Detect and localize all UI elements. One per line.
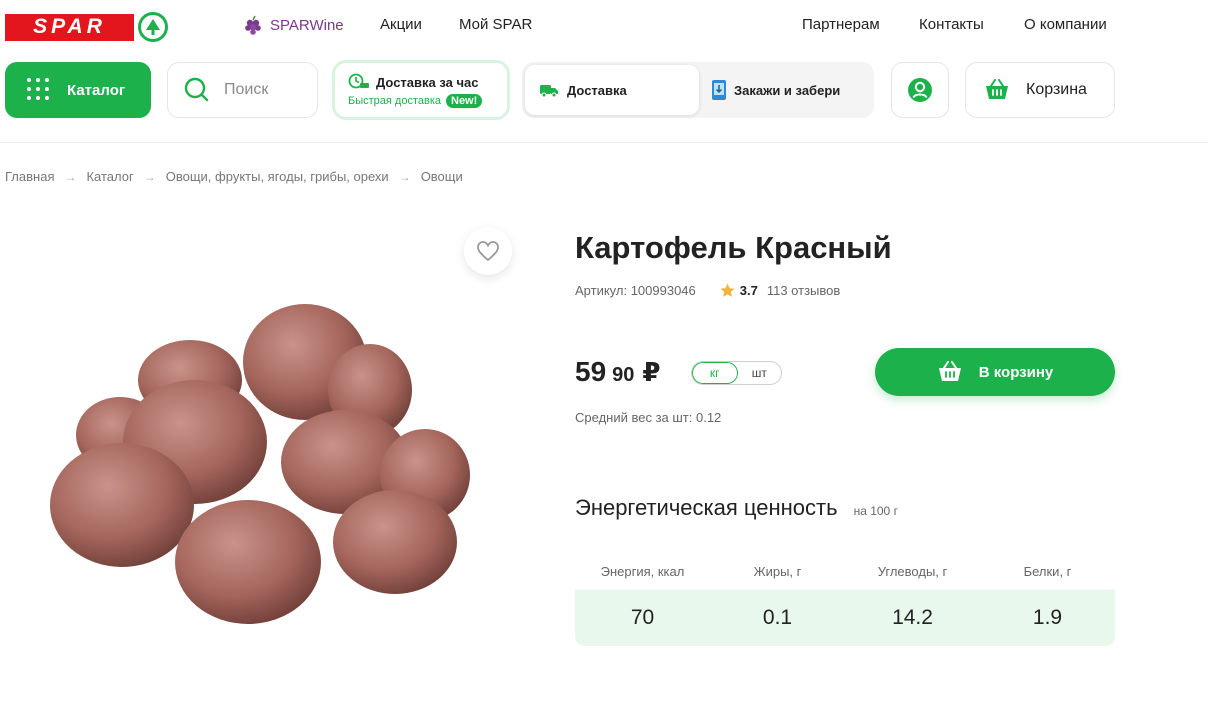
basket-icon (938, 361, 961, 381)
contacts-link[interactable]: Контакты (919, 16, 984, 33)
delivery-mode-switch: Доставка Закажи и забери (522, 62, 874, 118)
partners-link[interactable]: Партнерам (802, 16, 880, 33)
cart-button[interactable]: Корзина (965, 62, 1115, 118)
nutrition-value: 1.9 (1032, 606, 1063, 629)
grid-dots-icon (27, 78, 51, 102)
breadcrumb-category[interactable]: Овощи, фрукты, ягоды, грибы, орехи (166, 169, 389, 184)
nutrition-table: Энергия, ккал 70 Жиры, г 0.1 Углеводы, г… (575, 552, 1115, 646)
nutrition-label: Энергия, ккал (600, 564, 685, 579)
heart-icon (477, 241, 499, 262)
breadcrumb-home[interactable]: Главная (5, 169, 54, 184)
about-link[interactable]: О компании (1024, 16, 1107, 33)
tab-delivery-label: Доставка (567, 82, 627, 98)
spar-logo-text: SPAR (5, 13, 134, 41)
tab-pickup-label: Закажи и забери (734, 82, 841, 98)
unit-toggle: кг шт (691, 361, 782, 385)
breadcrumb-catalog[interactable]: Каталог (86, 169, 133, 184)
truck-icon (540, 85, 558, 98)
spar-tree-icon (138, 12, 168, 42)
rating-value: 3.7 (739, 283, 758, 298)
nutrition-label: Углеводы, г (877, 564, 948, 579)
average-weight: Средний вес за шт: 0.12 (575, 410, 722, 425)
arrow-right-icon: → (398, 169, 411, 184)
add-to-cart-button[interactable]: В корзину (875, 348, 1115, 396)
tab-pickup[interactable]: Закажи и забери (710, 65, 870, 115)
promo-link[interactable]: Акции (380, 16, 422, 33)
price-rubles: 59 (575, 356, 607, 387)
nutrition-heading: Энергетическая ценность на 100 г (575, 495, 898, 521)
sparwine-label: SPARWine (270, 16, 344, 34)
tab-delivery[interactable]: Доставка (525, 65, 699, 115)
nutrition-value: 14.2 (892, 606, 933, 629)
breadcrumb-current[interactable]: Овощи (421, 169, 463, 184)
unit-pcs[interactable]: шт (738, 362, 782, 384)
nutrition-value: 70 (630, 606, 655, 629)
currency-symbol: ₽ (642, 357, 661, 387)
nutrition-title: Энергетическая ценность (575, 495, 838, 520)
arrow-right-icon: → (64, 169, 77, 184)
product-title: Картофель Красный (575, 230, 892, 265)
price: 59 90 ₽ (575, 356, 661, 388)
catalog-label: Каталог (67, 81, 126, 99)
nutrition-value: 0.1 (762, 606, 793, 629)
express-delivery-button[interactable]: Доставка за час Быстрая доставка New! (332, 60, 510, 120)
express-subtitle: Быстрая доставка (348, 95, 441, 107)
user-icon (908, 78, 932, 102)
price-kopecks: 90 (612, 364, 635, 386)
nutrition-energy: Энергия, ккал 70 (575, 552, 710, 646)
top-bar: SPAR SPARWine Акции Мой SPAR Партнерам К… (0, 0, 1208, 52)
grape-icon (245, 15, 261, 35)
product-meta: Артикул: 100993046 3.7 113 отзывов (575, 283, 840, 298)
nutrition-label: Жиры, г (753, 564, 802, 579)
nutrition-fat: Жиры, г 0.1 (710, 552, 845, 646)
breadcrumb: Главная → Каталог → Овощи, фрукты, ягоды… (5, 169, 463, 184)
add-to-cart-label: В корзину (978, 363, 1054, 381)
express-title: Доставка за час (376, 74, 479, 90)
catalog-button[interactable]: Каталог (5, 62, 151, 118)
nutrition-label: Белки, г (1023, 564, 1072, 579)
search-placeholder: Поиск (224, 81, 269, 98)
header-divider (0, 142, 1208, 143)
nutrition-protein: Белки, г 1.9 (980, 552, 1115, 646)
search-icon (184, 77, 209, 102)
product-image (50, 304, 470, 624)
search-field[interactable]: Поиск (167, 62, 318, 118)
new-badge: New! (446, 94, 483, 108)
arrow-right-icon: → (143, 169, 156, 184)
spar-logo[interactable]: SPAR (5, 12, 168, 42)
my-spar-link[interactable]: Мой SPAR (459, 16, 532, 33)
clock-delivery-icon (348, 73, 369, 89)
unit-kg[interactable]: кг (692, 362, 738, 384)
favorite-button[interactable] (464, 227, 512, 275)
nutrition-carbs: Углеводы, г 14.2 (845, 552, 980, 646)
sparwine-link[interactable]: SPARWine (242, 14, 344, 36)
cart-label: Корзина (1026, 81, 1087, 98)
reviews-count[interactable]: 113 отзывов (767, 283, 840, 298)
profile-button[interactable] (891, 62, 949, 118)
nutrition-note: на 100 г (853, 504, 898, 518)
rating[interactable]: 3.7 113 отзывов (720, 283, 840, 298)
article-number: Артикул: 100993046 (575, 283, 696, 298)
basket-icon (986, 79, 1008, 99)
pickup-phone-icon (712, 80, 726, 100)
star-icon (720, 283, 735, 297)
